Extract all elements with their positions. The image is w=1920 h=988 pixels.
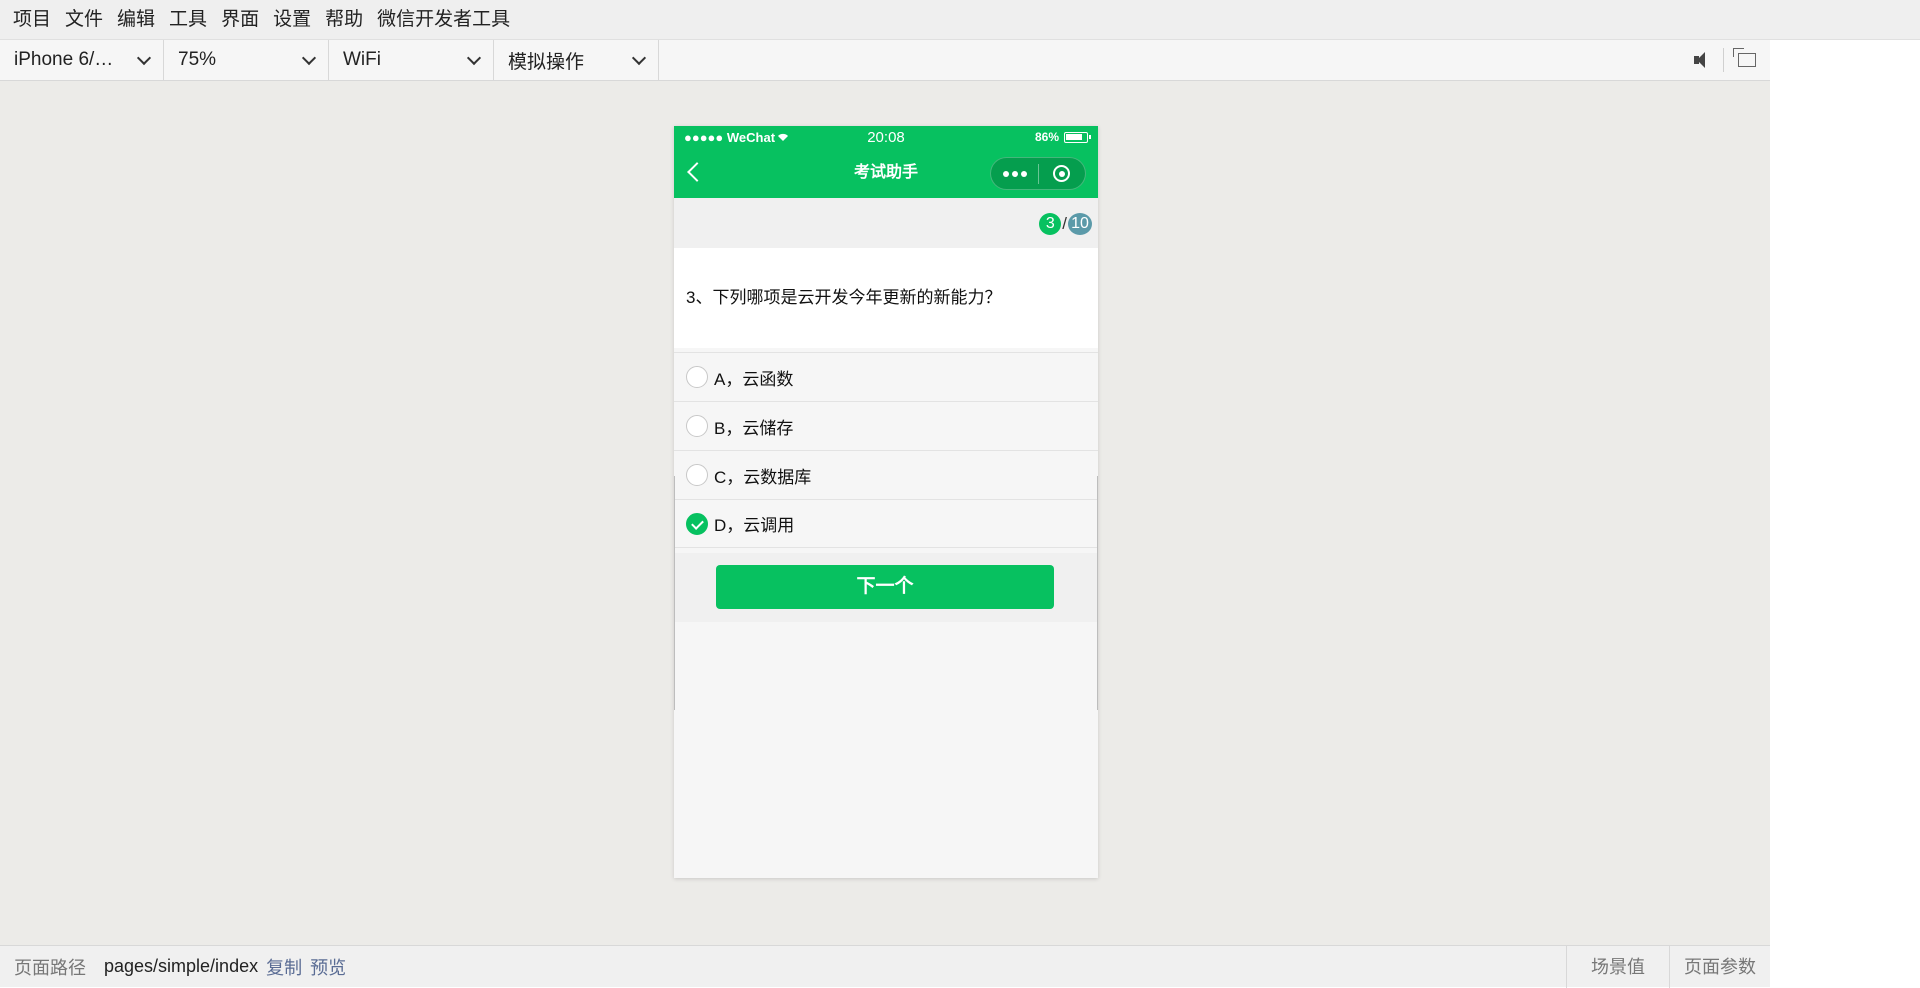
capsule-menu (990, 157, 1086, 190)
chevron-down-icon (136, 50, 152, 65)
battery-icon (1064, 131, 1091, 143)
phone-simulator: ●●●●● WeChat 20:08 86% 考试助手 3 / 10 3、下列哪… (674, 126, 1098, 878)
menu-edit[interactable]: 编辑 (110, 0, 162, 40)
close-mini-program-button[interactable] (1039, 165, 1085, 182)
radio-button[interactable] (686, 415, 708, 437)
copy-link[interactable]: 复制 (266, 954, 302, 980)
option-a[interactable]: A，云函数 (674, 352, 1098, 401)
simulator-toolbar: iPhone 6/… 75% WiFi 模拟操作 (0, 40, 1770, 81)
page-path: pages/simple/index (104, 956, 259, 976)
simulator-area: iPhone 6/… 75% WiFi 模拟操作 ●●●●● WeChat 20… (0, 40, 1770, 988)
operation-select[interactable]: 模拟操作 (494, 40, 659, 80)
device-select[interactable]: iPhone 6/… (0, 40, 164, 80)
question-text: 3、下列哪项是云开发今年更新的新能力？ (674, 248, 1098, 348)
option-label: C，云数据库 (714, 467, 812, 487)
radio-button[interactable] (686, 464, 708, 486)
menu-settings[interactable]: 设置 (266, 0, 318, 40)
network-select-value: WiFi (343, 49, 381, 70)
option-label: B，云储存 (714, 418, 794, 438)
menubar: 项目 文件 编辑 工具 界面 设置 帮助 微信开发者工具 (0, 0, 1920, 40)
preview-link[interactable]: 预览 (310, 954, 346, 980)
zoom-select[interactable]: 75% (164, 40, 329, 80)
option-d[interactable]: D，云调用 (674, 499, 1098, 548)
speaker-icon[interactable] (1691, 51, 1709, 69)
progress-counter: 3 / 10 (1039, 213, 1092, 235)
phone-status-bar: ●●●●● WeChat 20:08 86% (674, 126, 1098, 148)
option-b[interactable]: B，云储存 (674, 401, 1098, 450)
chevron-down-icon (631, 50, 647, 65)
option-label: A，云函数 (714, 369, 794, 389)
operation-select-value: 模拟操作 (508, 51, 585, 73)
scene-value-button[interactable]: 场景值 (1566, 945, 1669, 988)
toolbar-divider (1723, 48, 1724, 72)
battery-fill (1066, 133, 1082, 140)
total-questions-badge: 10 (1068, 213, 1092, 235)
menu-help[interactable]: 帮助 (318, 0, 370, 40)
answer-options: A，云函数 B，云储存 C，云数据库 D，云调用 (674, 352, 1098, 548)
radio-button[interactable] (686, 366, 708, 388)
menu-interface[interactable]: 界面 (214, 0, 266, 40)
next-button[interactable]: 下一个 (716, 565, 1054, 609)
detach-window-icon[interactable] (1733, 48, 1756, 67)
radio-button[interactable] (686, 512, 708, 535)
chevron-down-icon (301, 50, 317, 65)
device-select-value: iPhone 6/… (14, 49, 114, 70)
target-icon (1053, 165, 1071, 182)
chevron-down-icon (466, 50, 482, 65)
toolbar-right-tools (1691, 40, 1770, 80)
footer-right: 场景值 页面参数 (1566, 945, 1770, 988)
option-c[interactable]: C，云数据库 (674, 450, 1098, 499)
battery-status: 86% (1034, 130, 1091, 144)
progress-separator: / (1062, 214, 1067, 233)
page-params-button[interactable]: 页面参数 (1669, 945, 1770, 988)
network-select[interactable]: WiFi (329, 40, 494, 80)
right-panel-blank (1770, 40, 1920, 987)
menu-file[interactable]: 文件 (58, 0, 110, 40)
question-progress: 3 / 10 (674, 198, 1098, 248)
current-question-badge: 3 (1039, 213, 1062, 235)
menu-wechat-devtools[interactable]: 微信开发者工具 (370, 0, 517, 40)
option-label: D，云调用 (714, 516, 795, 535)
button-area: 下一个 (674, 553, 1098, 622)
zoom-select-value: 75% (178, 49, 217, 70)
menu-project[interactable]: 项目 (6, 0, 58, 40)
more-menu-button[interactable] (991, 157, 1038, 190)
path-label: 页面路径 (14, 957, 86, 978)
battery-percent: 86% (1034, 130, 1059, 144)
menu-tools[interactable]: 工具 (162, 0, 214, 40)
mini-program-navbar: 考试助手 (674, 148, 1098, 198)
status-footer: 页面路径 pages/simple/index 复制 预览 场景值 页面参数 (0, 945, 1770, 988)
